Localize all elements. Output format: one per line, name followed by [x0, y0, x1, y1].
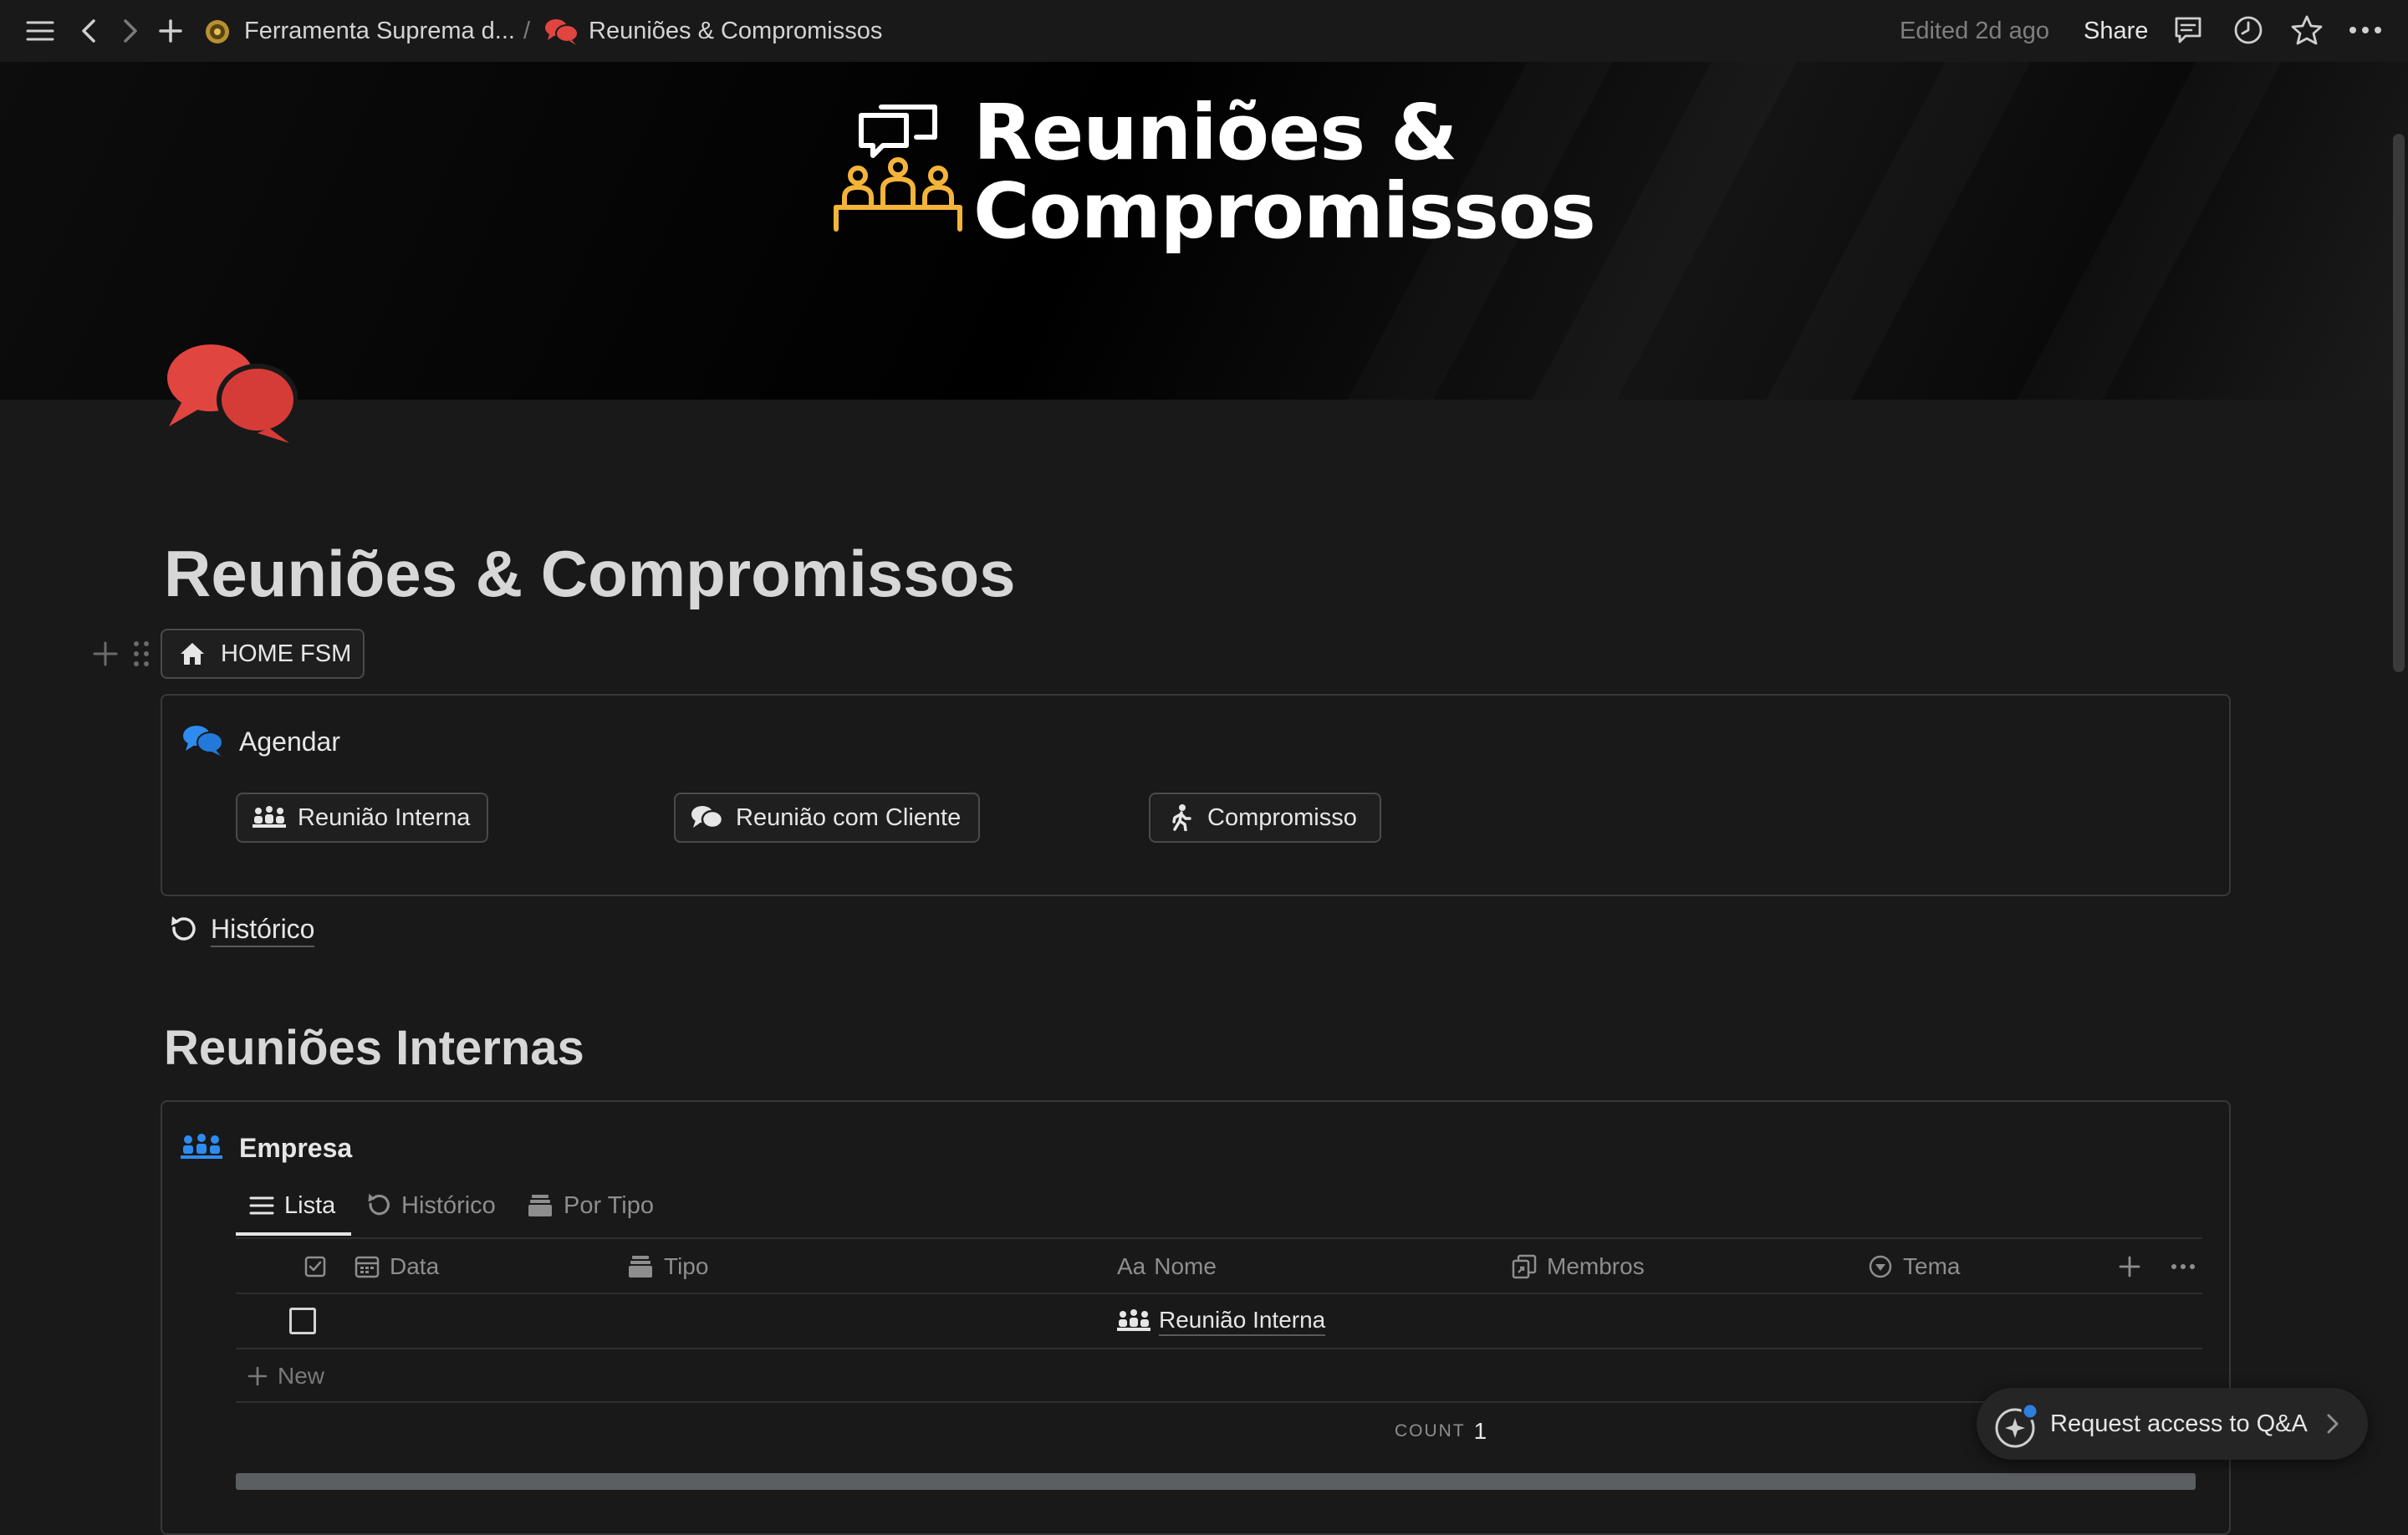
reuniao-com-cliente-button[interactable]: Reunião com Cliente — [674, 793, 980, 843]
top-bar: Ferramenta Suprema d... / Reuniões & Com… — [0, 0, 2408, 62]
reuniao-com-cliente-label: Reunião com Cliente — [736, 803, 962, 831]
more-options-icon[interactable] — [2346, 15, 2385, 45]
tab-lista-label: Lista — [284, 1191, 336, 1219]
tab-por-tipo[interactable]: Por Tipo — [528, 1189, 654, 1222]
history-arrow-icon — [167, 915, 197, 945]
row-divider — [236, 1348, 2202, 1349]
edited-timestamp: Edited 2d ago — [1900, 18, 2049, 44]
tabs-divider — [236, 1237, 2202, 1239]
add-block-plus-icon[interactable] — [92, 640, 119, 667]
back-arrow-icon[interactable] — [75, 15, 102, 47]
tab-historico[interactable]: Histórico — [365, 1189, 496, 1222]
new-row-divider — [236, 1401, 2202, 1403]
sidebar-toggle-icon[interactable] — [23, 15, 57, 47]
calendar-icon — [355, 1255, 380, 1278]
new-page-plus-icon[interactable] — [156, 15, 186, 47]
column-membros-label: Membros — [1547, 1253, 1645, 1279]
column-tipo-label: Tipo — [664, 1253, 709, 1279]
page-icon-chat-bubbles[interactable] — [164, 343, 298, 446]
row-checkbox[interactable] — [289, 1308, 316, 1334]
database-more-options-icon[interactable] — [2171, 1251, 2196, 1283]
agendar-title: Agendar — [239, 727, 340, 757]
tab-lista-underline — [236, 1232, 351, 1236]
stack-icon — [528, 1193, 552, 1218]
drag-handle-icon[interactable] — [132, 639, 150, 669]
history-clock-icon[interactable] — [2231, 13, 2266, 47]
column-membros-header[interactable]: Membros — [1512, 1251, 1645, 1283]
count-footer[interactable]: COUNT 1 — [1395, 1415, 1487, 1448]
historico-link-label: Histórico — [211, 912, 315, 947]
horizontal-scrollbar[interactable] — [236, 1473, 2196, 1490]
list-icon — [249, 1195, 274, 1216]
ai-sparkle-icon — [1993, 1401, 2043, 1450]
cover-image: Reuniões & Compromissos — [0, 62, 2408, 400]
count-value: 1 — [1473, 1418, 1487, 1444]
select-property-icon — [1868, 1254, 1893, 1279]
column-nome-label: Nome — [1154, 1253, 1217, 1279]
tab-por-tipo-label: Por Tipo — [564, 1191, 654, 1219]
breadcrumb-page[interactable]: Reuniões & Compromissos — [589, 15, 882, 47]
column-data-label: Data — [390, 1253, 440, 1279]
forward-arrow-icon[interactable] — [117, 15, 144, 47]
column-tema-label: Tema — [1903, 1253, 1961, 1279]
team-blue-icon — [181, 1134, 222, 1160]
plus-icon — [247, 1366, 268, 1386]
cover-title: Reuniões & Compromissos — [973, 88, 1596, 256]
chat-bubbles-icon[interactable] — [543, 17, 580, 47]
column-tipo-header[interactable]: Tipo — [629, 1251, 708, 1283]
section-heading-reunioes-internas[interactable]: Reuniões Internas — [164, 1017, 584, 1080]
home-fsm-button[interactable]: HOME FSM — [161, 629, 365, 679]
chat-bubbles-blue-icon — [182, 724, 224, 757]
compromisso-button[interactable]: Compromisso — [1149, 793, 1381, 843]
page-title[interactable]: Reuniões & Compromissos — [164, 532, 1016, 615]
chat-bubbles-icon — [691, 805, 724, 830]
tab-lista[interactable]: Lista — [249, 1189, 335, 1222]
count-label: COUNT — [1395, 1421, 1466, 1441]
text-property-icon: Aa — [1117, 1253, 1146, 1279]
new-row-label: New — [278, 1363, 325, 1389]
comments-icon[interactable] — [2171, 13, 2206, 47]
workspace-logo-icon[interactable] — [202, 17, 232, 47]
home-fsm-label: HOME FSM — [221, 640, 352, 667]
relation-icon — [1512, 1254, 1537, 1279]
row-nome-cell[interactable]: Reunião Interna — [1117, 1304, 1326, 1338]
tab-historico-label: Histórico — [401, 1191, 496, 1219]
cover-title-line2: Compromissos — [973, 166, 1596, 256]
request-qa-pill[interactable]: Request access to Q&A — [1977, 1388, 2368, 1460]
row-nome-text: Reunião Interna — [1159, 1306, 1326, 1336]
column-data-header[interactable]: Data — [355, 1251, 439, 1283]
reuniao-interna-label: Reunião Interna — [298, 803, 471, 831]
team-icon — [253, 806, 286, 829]
breadcrumb-separator: / — [523, 18, 531, 44]
chevron-right-icon — [2326, 1413, 2339, 1435]
breadcrumb-workspace[interactable]: Ferramenta Suprema d... — [244, 15, 515, 47]
compromisso-label: Compromisso — [1207, 803, 1357, 831]
share-button[interactable]: Share — [2084, 15, 2148, 47]
walking-person-icon — [1171, 804, 1192, 831]
stack-icon — [629, 1254, 652, 1279]
column-nome-header[interactable]: Aa Nome — [1117, 1251, 1217, 1283]
add-property-plus-icon[interactable] — [2119, 1251, 2140, 1283]
reuniao-interna-button[interactable]: Reunião Interna — [236, 793, 488, 843]
column-tema-header[interactable]: Tema — [1868, 1251, 1960, 1283]
request-qa-label: Request access to Q&A — [2050, 1410, 2308, 1437]
home-icon — [179, 641, 206, 666]
cover-title-line1: Reuniões & — [973, 88, 1457, 177]
favorite-star-icon[interactable] — [2289, 13, 2324, 47]
historico-link[interactable]: Histórico — [167, 911, 315, 948]
meeting-illustration-icon — [833, 104, 963, 237]
vertical-scrollbar[interactable] — [2393, 134, 2405, 672]
team-icon — [1117, 1309, 1150, 1333]
table-row[interactable]: Reunião Interna — [236, 1294, 2202, 1348]
column-checkbox-header[interactable] — [304, 1251, 326, 1283]
database-title[interactable]: Empresa — [239, 1130, 352, 1165]
history-arrow-icon — [365, 1192, 391, 1219]
cover-stripe — [1957, 62, 2298, 400]
new-row-button[interactable]: New — [247, 1359, 324, 1393]
